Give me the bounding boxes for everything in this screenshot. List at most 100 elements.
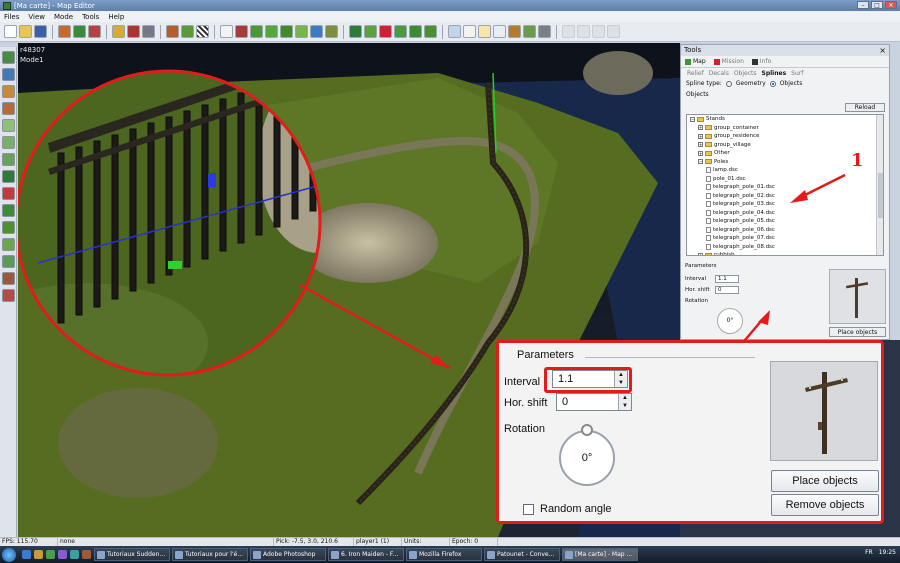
ql-chat-icon[interactable] [70, 550, 79, 559]
tree-item[interactable]: pole_01.dsc [687, 175, 883, 184]
subtab-objects[interactable]: Objects [734, 70, 757, 77]
smooth-icon[interactable] [280, 25, 293, 38]
ql-mail-icon[interactable] [34, 550, 43, 559]
brush-icon[interactable] [265, 25, 278, 38]
ql-media-icon[interactable] [46, 550, 55, 559]
collapse-icon[interactable]: − [698, 159, 703, 165]
menu-view[interactable]: View [28, 13, 45, 21]
task-button[interactable]: Mozilla Firefox [406, 548, 482, 561]
menu-tools[interactable]: Tools [82, 13, 99, 21]
flag-icon[interactable] [409, 25, 422, 38]
task-button[interactable]: Tutoriaux pour l'é... [172, 548, 248, 561]
bush-icon[interactable] [364, 25, 377, 38]
place-objects-button[interactable]: Place objects [771, 470, 879, 492]
collapse-icon[interactable]: − [690, 116, 695, 122]
map-icon[interactable] [88, 25, 101, 38]
house-icon[interactable] [394, 25, 407, 38]
import-icon[interactable] [58, 25, 71, 38]
menu-help[interactable]: Help [108, 13, 124, 21]
terrain-icon[interactable] [166, 25, 179, 38]
tree-scrollbar[interactable] [876, 115, 883, 255]
zone-icon[interactable] [523, 25, 536, 38]
spin-up-icon[interactable]: ▲ [619, 394, 631, 402]
minimize-button[interactable]: – [857, 1, 869, 9]
tree-item[interactable]: telegraph_pole_04.dsc [687, 209, 883, 218]
expand-icon[interactable]: + [698, 142, 703, 148]
random-angle-checkbox[interactable] [523, 504, 534, 515]
mission-layer-icon[interactable] [1, 272, 15, 285]
hshift-spinner[interactable]: ▲ ▼ [618, 394, 631, 410]
grid2-icon[interactable] [1, 136, 15, 149]
tools-icon[interactable] [142, 25, 155, 38]
bushes-icon[interactable] [1, 204, 15, 217]
expand-icon[interactable]: + [698, 252, 703, 255]
paint-icon[interactable] [250, 25, 263, 38]
relief-icon[interactable] [235, 25, 248, 38]
settings-tools-icon[interactable] [538, 25, 551, 38]
expand-icon[interactable]: + [698, 133, 703, 139]
tree-item[interactable]: telegraph_pole_03.dsc [687, 200, 883, 209]
start-button[interactable] [2, 547, 16, 562]
script-icon[interactable] [493, 25, 506, 38]
export-icon[interactable] [73, 25, 86, 38]
small-place-objects-button[interactable]: Place objects [829, 327, 886, 337]
tree-item[interactable]: telegraph_pole_06.dsc [687, 226, 883, 235]
task-button[interactable]: Adobe Photoshop [250, 548, 326, 561]
checker-icon[interactable] [196, 25, 209, 38]
menu-mode[interactable]: Mode [54, 13, 73, 21]
tree-item[interactable]: + rubbish [687, 251, 883, 255]
trees-icon[interactable] [1, 170, 15, 183]
ql-game-icon[interactable] [58, 550, 67, 559]
hshift-input[interactable]: 0 ▲ ▼ [556, 393, 632, 411]
layer-objects-icon[interactable] [1, 85, 15, 98]
red-flag-icon[interactable] [1, 187, 15, 200]
layer-terrain-icon[interactable] [1, 51, 15, 64]
layers-icon[interactable] [448, 25, 461, 38]
small-hshift-input[interactable]: 0 [715, 285, 739, 294]
pick-icon[interactable] [127, 25, 140, 38]
grass-layer-icon[interactable] [1, 238, 15, 251]
fx-layer-icon[interactable] [1, 289, 15, 302]
tab-info[interactable]: Info [751, 58, 771, 65]
tab-mission[interactable]: Mission [713, 58, 744, 65]
ql-browser-icon[interactable] [22, 550, 31, 559]
objects-radio[interactable] [769, 80, 776, 87]
save-icon[interactable] [34, 25, 47, 38]
subtab-splines[interactable]: Splines [762, 70, 787, 77]
subtab-decals[interactable]: Decals [709, 70, 729, 77]
grass-icon[interactable] [181, 25, 194, 38]
undo-icon[interactable] [112, 25, 125, 38]
tree-icon[interactable] [349, 25, 362, 38]
small-interval-input[interactable]: 1.1 [715, 274, 739, 283]
tree-item[interactable]: telegraph_pole_08.dsc [687, 243, 883, 252]
rotation-dial[interactable]: 0° [559, 424, 615, 486]
ql-tool-icon[interactable] [82, 550, 91, 559]
language-indicator[interactable]: FR [865, 549, 873, 556]
tree-item[interactable]: − Stands [687, 115, 883, 124]
reload-button[interactable]: Reload [845, 103, 885, 112]
units-icon[interactable] [1, 221, 15, 234]
maximize-button[interactable]: □ [871, 1, 883, 9]
unit-icon[interactable] [424, 25, 437, 38]
expand-icon[interactable]: + [698, 125, 703, 131]
spin-down-icon[interactable]: ▼ [619, 402, 631, 410]
subtab-relief[interactable]: Relief [687, 70, 704, 77]
grid-icon[interactable] [1, 119, 15, 132]
tab-map[interactable]: Map [685, 58, 706, 65]
task-button[interactable]: Tutoriaux Sudden... [94, 548, 170, 561]
objects-tree[interactable]: − Stands + group_container + group_residence +… [686, 114, 884, 256]
tree-scroll-thumb[interactable] [878, 173, 883, 218]
tree-item[interactable]: + group_village [687, 141, 883, 150]
rotation-knob[interactable] [581, 424, 593, 436]
tree-item[interactable]: telegraph_pole_07.dsc [687, 234, 883, 243]
layer-houses-icon[interactable] [1, 102, 15, 115]
remove-objects-button[interactable]: Remove objects [771, 494, 879, 516]
layer-water-icon[interactable] [1, 68, 15, 81]
tree-item[interactable]: telegraph_pole_05.dsc [687, 217, 883, 226]
close-icon[interactable]: × [879, 45, 886, 56]
tree-item[interactable]: telegraph_pole_02.dsc [687, 192, 883, 201]
water-icon[interactable] [310, 25, 323, 38]
task-button[interactable]: Patounet - Conve... [484, 548, 560, 561]
menu-files[interactable]: Files [4, 13, 19, 21]
grid3-icon[interactable] [1, 153, 15, 166]
